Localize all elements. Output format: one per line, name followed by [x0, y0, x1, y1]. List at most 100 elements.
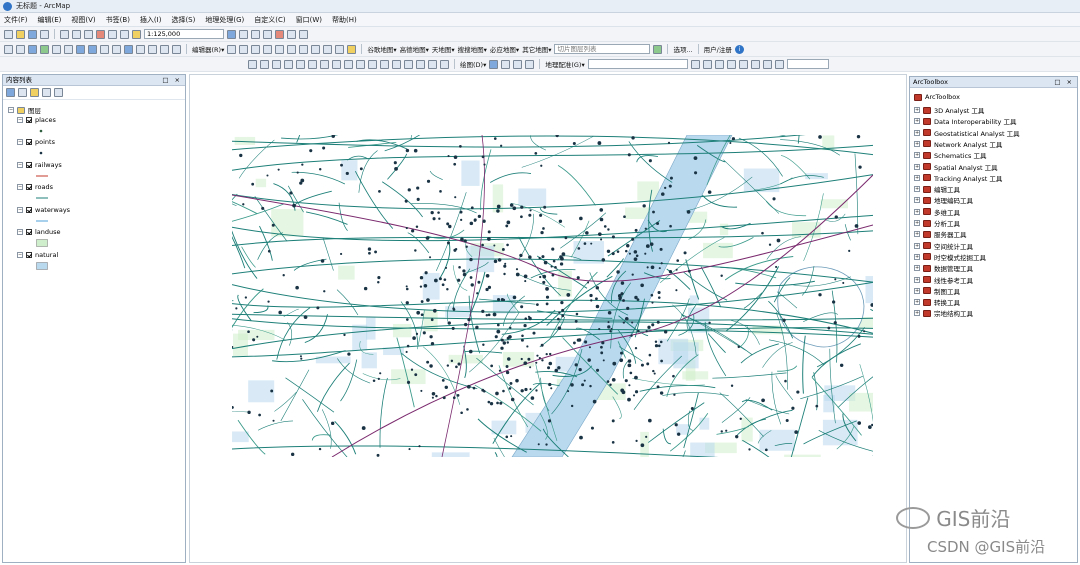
- expand-icon[interactable]: +: [914, 253, 920, 260]
- toolbox-item[interactable]: + Data Interoperability 工具: [914, 116, 1016, 126]
- menu-view[interactable]: 视图(V): [71, 15, 95, 25]
- delete-icon[interactable]: [96, 29, 105, 39]
- add-control-points-icon[interactable]: [726, 59, 736, 69]
- expand-icon[interactable]: +: [914, 163, 920, 170]
- list-by-visibility-icon[interactable]: [30, 88, 39, 97]
- collapse-icon[interactable]: −: [17, 139, 23, 145]
- toolbox-root[interactable]: ArcToolbox: [914, 93, 960, 101]
- expand-icon[interactable]: +: [914, 231, 920, 238]
- select-features-icon[interactable]: [100, 44, 109, 54]
- measure-icon[interactable]: [148, 44, 157, 54]
- identify-icon[interactable]: [124, 44, 133, 54]
- rotate-icon[interactable]: [299, 44, 309, 54]
- expand-icon[interactable]: +: [914, 140, 920, 147]
- merge-icon[interactable]: [404, 59, 413, 69]
- toolbox-item[interactable]: + 制图工具: [914, 286, 960, 296]
- layer-visibility-checkbox[interactable]: [26, 229, 32, 235]
- create-features-icon[interactable]: [335, 44, 345, 54]
- pan-icon[interactable]: [28, 44, 37, 54]
- toc-layer-waterways[interactable]: − waterways: [17, 206, 70, 214]
- toolbox-item[interactable]: + 宗地结构工具: [914, 308, 973, 318]
- scale-icon[interactable]: [714, 59, 724, 69]
- toolbox-item[interactable]: + 数据管理工具: [914, 263, 973, 273]
- back-icon[interactable]: [76, 44, 85, 54]
- toolbox-item[interactable]: + 线性参考工具: [914, 275, 973, 285]
- menu-edit[interactable]: 编辑(E): [38, 15, 62, 25]
- toc-layer-natural[interactable]: − natural: [17, 251, 58, 259]
- search-window-icon[interactable]: [263, 29, 272, 39]
- layer-visibility-checkbox[interactable]: [26, 162, 32, 168]
- expand-icon[interactable]: +: [914, 242, 920, 249]
- snap-icon[interactable]: [248, 59, 257, 69]
- html-popup-icon[interactable]: [172, 44, 181, 54]
- toolbox-item[interactable]: + Spatial Analyst 工具: [914, 162, 998, 172]
- expand-icon[interactable]: +: [914, 152, 920, 159]
- basemap-tianditu[interactable]: 天地图▾: [432, 44, 455, 54]
- shift-icon[interactable]: [702, 59, 712, 69]
- zoom-out-icon[interactable]: [16, 44, 25, 54]
- bezier-icon[interactable]: [320, 59, 329, 69]
- editor-menu[interactable]: 编辑器(R)▾: [192, 44, 224, 54]
- distance-distance-icon[interactable]: [344, 59, 353, 69]
- collapse-icon[interactable]: −: [17, 229, 23, 235]
- toc-root[interactable]: − 图层: [8, 105, 41, 115]
- print-icon[interactable]: [40, 29, 49, 39]
- edit-tool-icon[interactable]: [227, 44, 237, 54]
- draw-menu[interactable]: 绘图(D)▾: [460, 59, 486, 69]
- toolbox-item[interactable]: + Network Analyst 工具: [914, 139, 1002, 149]
- basemap-other[interactable]: 其它地图▾: [522, 44, 551, 54]
- modelbuilder-icon[interactable]: [299, 29, 308, 39]
- toolbox-item[interactable]: +3D Analyst 工具: [914, 105, 984, 115]
- rotate-georef-icon[interactable]: [690, 59, 700, 69]
- expand-icon[interactable]: +: [914, 208, 920, 215]
- toolbox-item[interactable]: + 编辑工具: [914, 184, 960, 194]
- collapse-icon[interactable]: −: [17, 184, 23, 190]
- scale-combo[interactable]: 1:125,000: [144, 29, 224, 39]
- toc-window-controls[interactable]: □ ×: [162, 75, 185, 85]
- undo-icon[interactable]: [108, 29, 117, 39]
- tile-layer-list[interactable]: 切片图层列表: [554, 44, 651, 54]
- basemap-bing[interactable]: 必应地图▾: [490, 44, 519, 54]
- straight-segment-icon[interactable]: [239, 44, 249, 54]
- layer-visibility-checkbox[interactable]: [26, 252, 32, 258]
- toolbox-item[interactable]: + 多维工具: [914, 207, 960, 217]
- options-button[interactable]: 选项...: [673, 44, 692, 54]
- menu-bookmarks[interactable]: 书签(B): [106, 15, 130, 25]
- layer-visibility-checkbox[interactable]: [26, 139, 32, 145]
- expand-icon[interactable]: +: [914, 197, 920, 204]
- full-extent-icon[interactable]: [40, 44, 49, 54]
- basemap-soso[interactable]: 搜搜地图▾: [458, 44, 487, 54]
- collapse-icon[interactable]: −: [17, 207, 23, 213]
- expand-icon[interactable]: +: [914, 299, 920, 306]
- split-icon[interactable]: [287, 44, 297, 54]
- forward-icon[interactable]: [88, 44, 97, 54]
- layer-visibility-checkbox[interactable]: [26, 207, 32, 213]
- menu-insert[interactable]: 插入(I): [140, 15, 162, 25]
- layer-visibility-checkbox[interactable]: [26, 184, 32, 190]
- editor-toolbar-icon[interactable]: [227, 29, 236, 39]
- generalize-icon[interactable]: [440, 59, 449, 69]
- zoom-to-selected-icon[interactable]: [513, 59, 523, 69]
- toolbox-window-controls[interactable]: □ ×: [1054, 77, 1077, 87]
- point-icon[interactable]: [332, 59, 341, 69]
- info-icon[interactable]: i: [734, 44, 744, 54]
- menu-help[interactable]: 帮助(H): [332, 15, 357, 25]
- expand-icon[interactable]: +: [914, 220, 920, 226]
- midpoint-icon[interactable]: [284, 59, 293, 69]
- menu-customize[interactable]: 自定义(C): [254, 15, 285, 25]
- endpoint-icon[interactable]: [296, 59, 305, 69]
- toolbox-item[interactable]: + 分析工具: [914, 218, 960, 228]
- hyperlink-icon[interactable]: [160, 44, 169, 54]
- basemap-amap[interactable]: 高德地图▾: [400, 44, 429, 54]
- arc-icon[interactable]: [272, 59, 281, 69]
- toolbox-item[interactable]: + Geostatistical Analyst 工具: [914, 128, 1020, 138]
- georef-layer-combo[interactable]: [587, 59, 688, 69]
- toc-layer-places[interactable]: − places: [17, 116, 56, 124]
- menu-selection[interactable]: 选择(S): [171, 15, 195, 25]
- fixed-zoom-out-icon[interactable]: [64, 44, 73, 54]
- collapse-icon[interactable]: −: [8, 107, 14, 113]
- toolbox-item[interactable]: + Schematics 工具: [914, 150, 987, 160]
- basemap-google[interactable]: 谷歌地图▾: [367, 44, 396, 54]
- paste-icon[interactable]: [84, 29, 93, 39]
- toolbox-item[interactable]: + 转换工具: [914, 297, 960, 307]
